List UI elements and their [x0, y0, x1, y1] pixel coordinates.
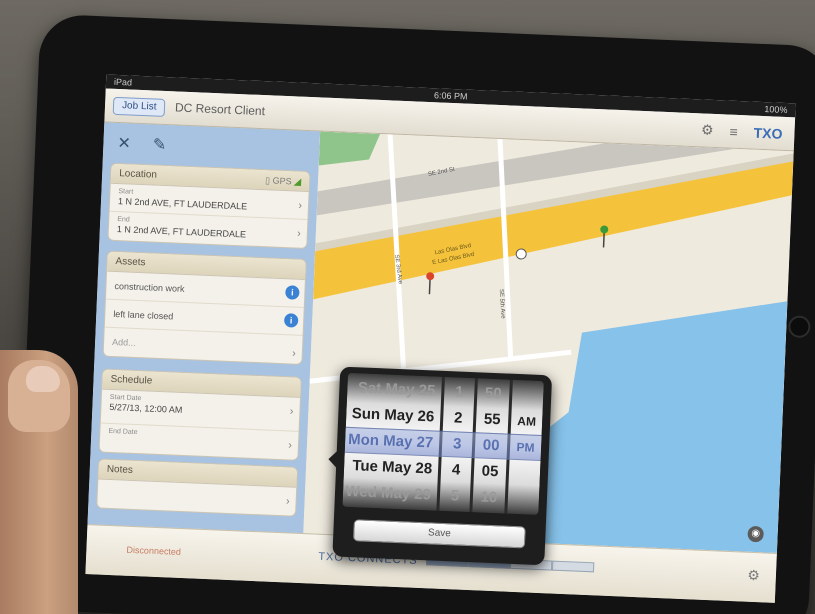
page-title: DC Resort Client [174, 100, 266, 119]
date-option[interactable]: Sun May 26 [346, 401, 441, 431]
minute-option[interactable]: 55 [476, 406, 509, 433]
section-title: Location [118, 167, 158, 181]
job-detail-panel: ✕ ✎ Location ▯ GPS ◢ Start 1 N 2nd AVE, … [87, 122, 321, 534]
job-list-button[interactable]: Job List [112, 96, 166, 117]
schedule-section: Schedule Start Date 5/27/13, 12:00 AM › … [98, 368, 302, 461]
chevron-right-icon: › [298, 199, 303, 212]
chevron-right-icon: › [296, 227, 302, 240]
map-pin-start[interactable] [425, 272, 435, 295]
hour-wheel[interactable]: 1 2 3 4 5 [439, 376, 475, 513]
save-button[interactable]: Save [353, 519, 526, 549]
section-title: Notes [106, 463, 134, 476]
chevron-right-icon: › [291, 347, 297, 360]
tablet-screen: iPad 6:06 PM 100% Job List DC Resort Cli… [85, 74, 796, 603]
edit-icon[interactable]: ✎ [152, 134, 166, 155]
hour-option[interactable]: 5 [439, 483, 470, 510]
home-button[interactable] [787, 315, 811, 339]
clock: 6:06 PM [433, 90, 468, 102]
close-icon[interactable]: ✕ [117, 133, 131, 154]
notes-section: Notes › [96, 458, 299, 517]
chevron-right-icon: › [289, 405, 294, 418]
section-title: Assets [115, 255, 146, 268]
row-placeholder: Add... [111, 336, 136, 348]
ampm-option[interactable]: AM [511, 408, 543, 435]
settings-icon[interactable]: ⚙ [747, 567, 760, 585]
menu-icon[interactable]: ≡ [729, 123, 738, 139]
minute-wheel[interactable]: 50 55 00 05 10 [472, 378, 510, 514]
carrier-label: iPad [113, 76, 133, 88]
row-label: End Date [108, 427, 138, 437]
date-wheel[interactable]: Sat May 25 Sun May 26 Mon May 27 Tue May… [342, 372, 442, 511]
date-option[interactable]: Sat May 25 [347, 375, 442, 405]
chevron-right-icon: › [288, 439, 293, 452]
header-actions: ⚙ ≡ TXO [701, 121, 783, 141]
park-area [318, 131, 381, 166]
signal-icon: ◢ [293, 175, 302, 187]
gear-icon[interactable]: ⚙ [701, 121, 714, 139]
date-picker-popover: Sat May 25 Sun May 26 Mon May 27 Tue May… [328, 366, 553, 566]
minute-option[interactable]: 05 [474, 458, 507, 485]
panel-toolbar: ✕ ✎ [117, 133, 167, 155]
date-option-selected[interactable]: Mon May 27 [345, 427, 440, 457]
thumbnail-nail [26, 366, 60, 392]
assets-section: Assets construction work i left lane clo… [102, 250, 307, 365]
ampm-option-selected[interactable]: PM [510, 434, 542, 461]
section-title: Schedule [110, 373, 153, 387]
hour-option-selected[interactable]: 3 [442, 431, 473, 458]
hour-option[interactable]: 1 [444, 379, 475, 406]
info-icon[interactable]: i [283, 313, 299, 328]
connection-status: Disconnected [126, 544, 182, 558]
minute-option[interactable]: 50 [477, 380, 510, 407]
gps-label: GPS [272, 175, 292, 186]
tablet-device: iPad 6:06 PM 100% Job List DC Resort Cli… [15, 13, 815, 614]
footer-segment [551, 560, 595, 573]
chevron-right-icon: › [285, 495, 290, 508]
row-value: construction work [114, 281, 185, 294]
minute-option[interactable]: 10 [472, 484, 505, 511]
minute-option-selected[interactable]: 00 [475, 432, 508, 459]
work-zone-marker[interactable] [515, 248, 527, 260]
battery-indicator: 100% [764, 104, 788, 116]
gps-indicator: ▯ GPS ◢ [264, 174, 302, 187]
info-icon[interactable]: i [285, 285, 300, 300]
location-section: Location ▯ GPS ◢ Start 1 N 2nd AVE, FT L… [107, 162, 311, 250]
ampm-wheel[interactable]: AM PM [507, 379, 544, 515]
brand-logo: TXO [753, 124, 783, 142]
date-picker: Sat May 25 Sun May 26 Mon May 27 Tue May… [342, 372, 544, 515]
popover-arrow [328, 450, 338, 469]
date-option[interactable]: Tue May 28 [344, 453, 439, 483]
hour-option[interactable]: 2 [443, 405, 474, 432]
date-option[interactable]: Wed May 29 [343, 479, 438, 509]
hour-option[interactable]: 4 [441, 457, 472, 484]
row-value: left lane closed [113, 308, 174, 322]
street-label: SE 5th Ave [498, 289, 506, 320]
